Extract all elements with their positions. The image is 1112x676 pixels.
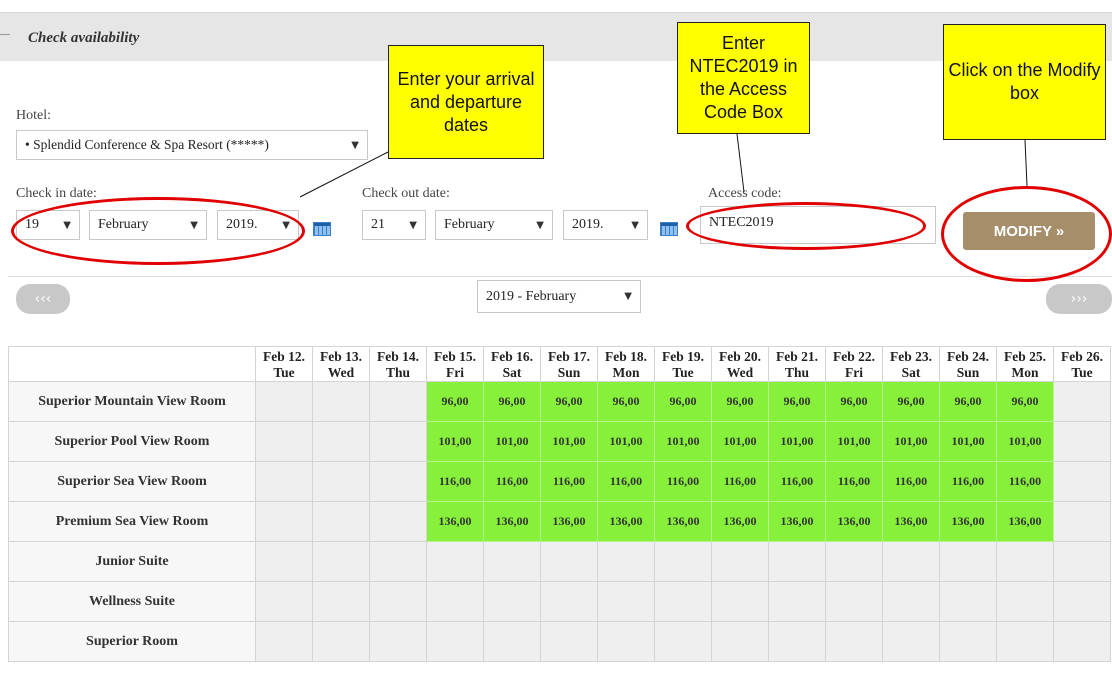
access-code-highlight-ellipse [686,202,926,250]
modify-callout: Click on the Modify box [943,24,1106,140]
callout-pointer-line [299,151,389,198]
dates-highlight-ellipse [11,197,305,265]
dates-callout: Enter your arrival and departure dates [388,45,544,159]
callout-pointer-line [736,133,745,193]
callout-pointer-line [1024,139,1028,187]
modify-highlight-ellipse [941,186,1112,282]
access-code-callout: Enter NTEC2019 in the Access Code Box [677,22,810,134]
